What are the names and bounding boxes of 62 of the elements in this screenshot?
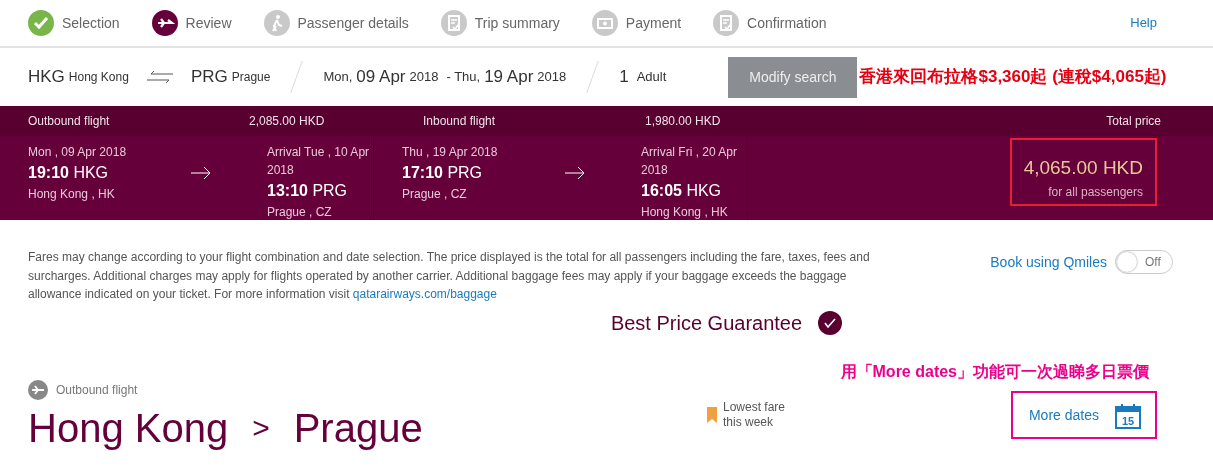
round-trip-icon — [144, 70, 175, 84]
arrow-icon — [189, 165, 212, 180]
departure-date: Mon , 09 Apr 2018 — [28, 144, 128, 161]
guarantee-title: Best Price Guarantee — [610, 310, 803, 336]
arrival-date: Arrival Fri , 20 Apr 2018 — [641, 144, 739, 179]
total-price: 4,065.00 HKD — [1023, 156, 1143, 180]
arrival-place: Hong Kong , HK — [641, 204, 729, 221]
origin-city: Hong Kong — [28, 407, 229, 448]
year: 2018 — [537, 68, 567, 87]
passenger-count: 1 — [619, 66, 629, 89]
step-label: Review — [185, 13, 232, 33]
section-label: Outbound flight — [56, 381, 138, 399]
year: 2018 — [409, 68, 439, 87]
weekday: Mon, — [323, 68, 353, 87]
ribbon-icon — [706, 406, 717, 423]
airport-code: HKG — [28, 66, 65, 89]
airport-code: PRG — [190, 66, 228, 89]
arrival-place: Prague , CZ — [267, 204, 333, 221]
date: 19 Apr — [484, 66, 534, 89]
airplane-icon — [28, 379, 48, 400]
passenger-type: Adult — [636, 68, 667, 87]
lowest-fare-label: Lowest fare this week — [722, 400, 786, 430]
step-label: Passenger details — [297, 13, 409, 33]
airport-code: PRG — [312, 182, 348, 199]
column-label: Outbound flight — [28, 113, 111, 130]
baggage-link[interactable]: qatarairways.com/baggage — [352, 287, 497, 302]
separator-mark: > — [252, 412, 270, 443]
arrival-date: Arrival Tue , 10 Apr 2018 — [267, 144, 371, 179]
column-label: Total price — [1106, 113, 1161, 130]
annotation-text: 用「More dates」功能可一次過睇多日票價 — [840, 361, 1149, 382]
arrival-time: 13:10 — [267, 182, 308, 199]
departure-time: 17:10 — [402, 164, 443, 181]
airport-code: HKG — [686, 182, 722, 199]
departure-place: Hong Kong , HK — [28, 186, 116, 203]
qmiles-label: Book using Qmiles — [990, 252, 1107, 272]
weekday: - Thu, — [446, 68, 481, 87]
arrival-time: 16:05 — [641, 182, 682, 199]
city-name: Prague — [231, 69, 271, 86]
more-dates-link[interactable]: More dates — [1028, 405, 1099, 427]
airport-code: HKG — [73, 164, 109, 181]
date: 09 Apr — [356, 66, 406, 89]
destination-city: Prague — [293, 407, 423, 448]
step-label: Selection — [62, 13, 120, 33]
airport-code: PRG — [447, 164, 483, 181]
price-note: for all passengers — [1047, 183, 1143, 201]
check-icon — [818, 310, 843, 335]
city-name: Hong Kong — [68, 69, 129, 86]
departure-place: Prague , CZ — [402, 186, 468, 203]
column-label: Inbound flight — [423, 113, 497, 130]
departure-time: 19:10 — [28, 164, 69, 181]
fare-notice: Fares may change according to your flight combination and date selection. The price displayed is the total for all passengers including the fare, taxes, fees and surcharges. Additional charges may apply for flights operated by another carrier. Additional baggage fees may apply if your baggage exceeds the baggage allowance indicated on your ticket. For more information visit qatarairways.com/baggage — [28, 249, 871, 304]
modify-search-button[interactable]: Modify search — [728, 56, 858, 98]
departure-date: Thu , 19 Apr 2018 — [402, 144, 499, 161]
help-link[interactable]: Help — [1130, 13, 1157, 33]
step-label: Payment — [625, 13, 682, 33]
annotation-text: 香港來回布拉格$3,360起 (連稅$4,065起) — [859, 66, 1167, 89]
calendar-icon: 15 — [1115, 402, 1141, 429]
leg-price: 2,085.00 HKD — [249, 113, 326, 130]
step-label: Confirmation — [747, 13, 827, 33]
arrow-icon — [563, 165, 586, 180]
step-label: Trip summary — [474, 13, 560, 33]
leg-price: 1,980.00 HKD — [645, 113, 721, 130]
